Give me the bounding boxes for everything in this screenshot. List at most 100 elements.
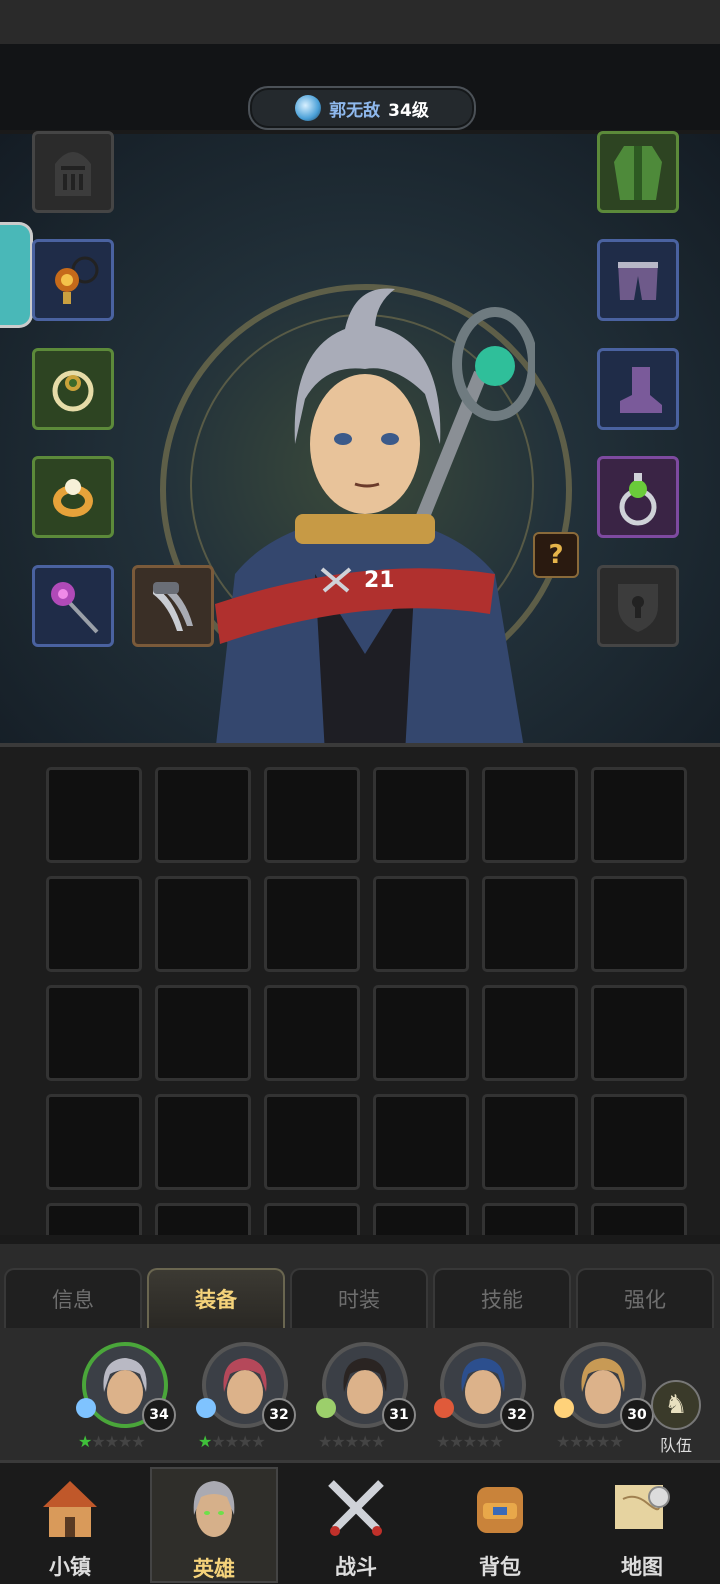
inventory-slot[interactable] (591, 985, 687, 1081)
inventory-slot[interactable] (155, 1203, 251, 1235)
inventory-slot[interactable] (264, 1203, 360, 1235)
claw-weapon-icon (153, 582, 193, 631)
tab-info[interactable]: 信息 (4, 1268, 142, 1328)
team-label: 队伍 (659, 1436, 692, 1455)
tab-bar: 信息 装备 时装 技能 强化 (0, 1244, 720, 1328)
tab-label: 装备 (195, 1288, 237, 1312)
helmet-slot[interactable] (32, 131, 114, 213)
inventory-slot[interactable] (373, 1094, 469, 1190)
inventory-slot[interactable] (591, 1094, 687, 1190)
inventory-slot[interactable] (482, 1094, 578, 1190)
nav-map[interactable]: 地图 (578, 1467, 706, 1583)
help-button[interactable]: ? (533, 532, 579, 578)
class-badge-icon (550, 1394, 578, 1422)
hero-level-badge: 32 (262, 1398, 296, 1432)
inventory-slot[interactable] (264, 1094, 360, 1190)
inventory-slot[interactable] (264, 985, 360, 1081)
inventory-slot[interactable] (482, 876, 578, 972)
ring-slot[interactable] (32, 456, 114, 538)
nav-backpack[interactable]: 背包 (436, 1467, 564, 1583)
inventory-slot[interactable] (591, 876, 687, 972)
shield-slot[interactable] (597, 565, 679, 647)
inventory-slot[interactable] (482, 1203, 578, 1235)
combat-power: 21 (318, 560, 408, 600)
tab-enhance[interactable]: 强化 (576, 1268, 714, 1328)
party-hero-card[interactable]: 30 ★★★★★ (548, 1338, 658, 1458)
inventory-slot[interactable] (264, 876, 360, 972)
inventory-slot[interactable] (155, 767, 251, 863)
hero-level-badge: 34 (142, 1398, 176, 1432)
inventory-slot[interactable] (155, 1094, 251, 1190)
star-rating: ★★★★★ (556, 1432, 624, 1451)
inventory-slot[interactable] (482, 767, 578, 863)
inventory-slot[interactable] (591, 1203, 687, 1235)
inventory-slot[interactable] (46, 1203, 142, 1235)
inventory-slot[interactable] (373, 876, 469, 972)
star-rating: ★★★★★ (78, 1432, 146, 1451)
star-rating: ★★★★★ (198, 1432, 266, 1451)
party-hero-card[interactable]: 32 ★★★★★ (428, 1338, 538, 1458)
inventory-slot[interactable] (591, 767, 687, 863)
tab-skills[interactable]: 技能 (433, 1268, 571, 1328)
weapon-slot[interactable] (32, 565, 114, 647)
inventory-slot[interactable] (373, 767, 469, 863)
nav-label: 地图 (621, 1555, 663, 1579)
necklace-slot[interactable] (32, 239, 114, 321)
helmet-slot-icon (55, 152, 91, 196)
inventory-slot[interactable] (155, 985, 251, 1081)
shield-slot-icon (618, 584, 658, 632)
tab-label: 时装 (338, 1288, 380, 1312)
inventory-slot[interactable] (373, 1203, 469, 1235)
tab-equipment[interactable]: 装备 (147, 1268, 285, 1328)
nav-label: 小镇 (49, 1555, 91, 1579)
nav-label: 英雄 (193, 1557, 235, 1581)
armor-slot[interactable] (597, 131, 679, 213)
party-hero-card[interactable]: 34 ★★★★★ (70, 1338, 180, 1458)
nav-town[interactable]: 小镇 (6, 1467, 134, 1583)
accessory-slot[interactable] (597, 456, 679, 538)
gold-ring-icon (53, 479, 93, 517)
amulet-slot[interactable] (32, 348, 114, 430)
magic-staff-icon (51, 582, 99, 634)
nav-label: 战斗 (335, 1555, 377, 1579)
backpack-icon (477, 1487, 523, 1533)
inventory-grid (46, 767, 687, 1235)
nav-hero[interactable]: 英雄 (150, 1467, 278, 1583)
nav-label: 背包 (479, 1555, 521, 1579)
inventory-slot[interactable] (264, 767, 360, 863)
boots-icon (620, 367, 662, 413)
side-collapse-tab[interactable] (0, 222, 33, 328)
necklace-icon (55, 256, 99, 304)
party-row: 34 ★★★★★ 32 ★★★★★ 31 ★★★★★ 32 ★★★★★ 30 ★★★★★ (0, 1328, 720, 1460)
wreath-amulet-icon (52, 370, 94, 412)
inventory-slot[interactable] (46, 985, 142, 1081)
inventory-slot[interactable] (155, 876, 251, 972)
inventory-panel (0, 747, 720, 1235)
inventory-slot[interactable] (46, 767, 142, 863)
inventory-slot[interactable] (46, 876, 142, 972)
team-button[interactable]: ♞ 队伍 (646, 1380, 706, 1455)
inventory-slot[interactable] (482, 985, 578, 1081)
tab-label: 技能 (481, 1288, 523, 1312)
crossed-swords-icon (320, 567, 352, 593)
hero-level-badge: 32 (500, 1398, 534, 1432)
tab-costume[interactable]: 时装 (290, 1268, 428, 1328)
nav-battle[interactable]: 战斗 (292, 1467, 420, 1583)
tab-label: 强化 (624, 1288, 666, 1312)
bottom-nav: 小镇 英雄 战斗 背包 地图 (0, 1460, 720, 1584)
star-rating: ★★★★★ (436, 1432, 504, 1451)
chess-pieces-icon: ♞ (651, 1380, 701, 1430)
pants-slot[interactable] (597, 239, 679, 321)
party-hero-card[interactable]: 32 ★★★★★ (190, 1338, 300, 1458)
class-staff-icon (295, 95, 322, 121)
inventory-slot[interactable] (373, 985, 469, 1081)
hero-portrait (215, 288, 535, 746)
offhand-slot[interactable] (132, 565, 214, 647)
class-badge-icon (72, 1394, 100, 1422)
hero-portrait-area (0, 134, 720, 746)
potion-ring-icon (619, 473, 657, 526)
party-hero-card[interactable]: 31 ★★★★★ (310, 1338, 420, 1458)
hero-level: 34级 (388, 100, 429, 121)
inventory-slot[interactable] (46, 1094, 142, 1190)
boots-slot[interactable] (597, 348, 679, 430)
